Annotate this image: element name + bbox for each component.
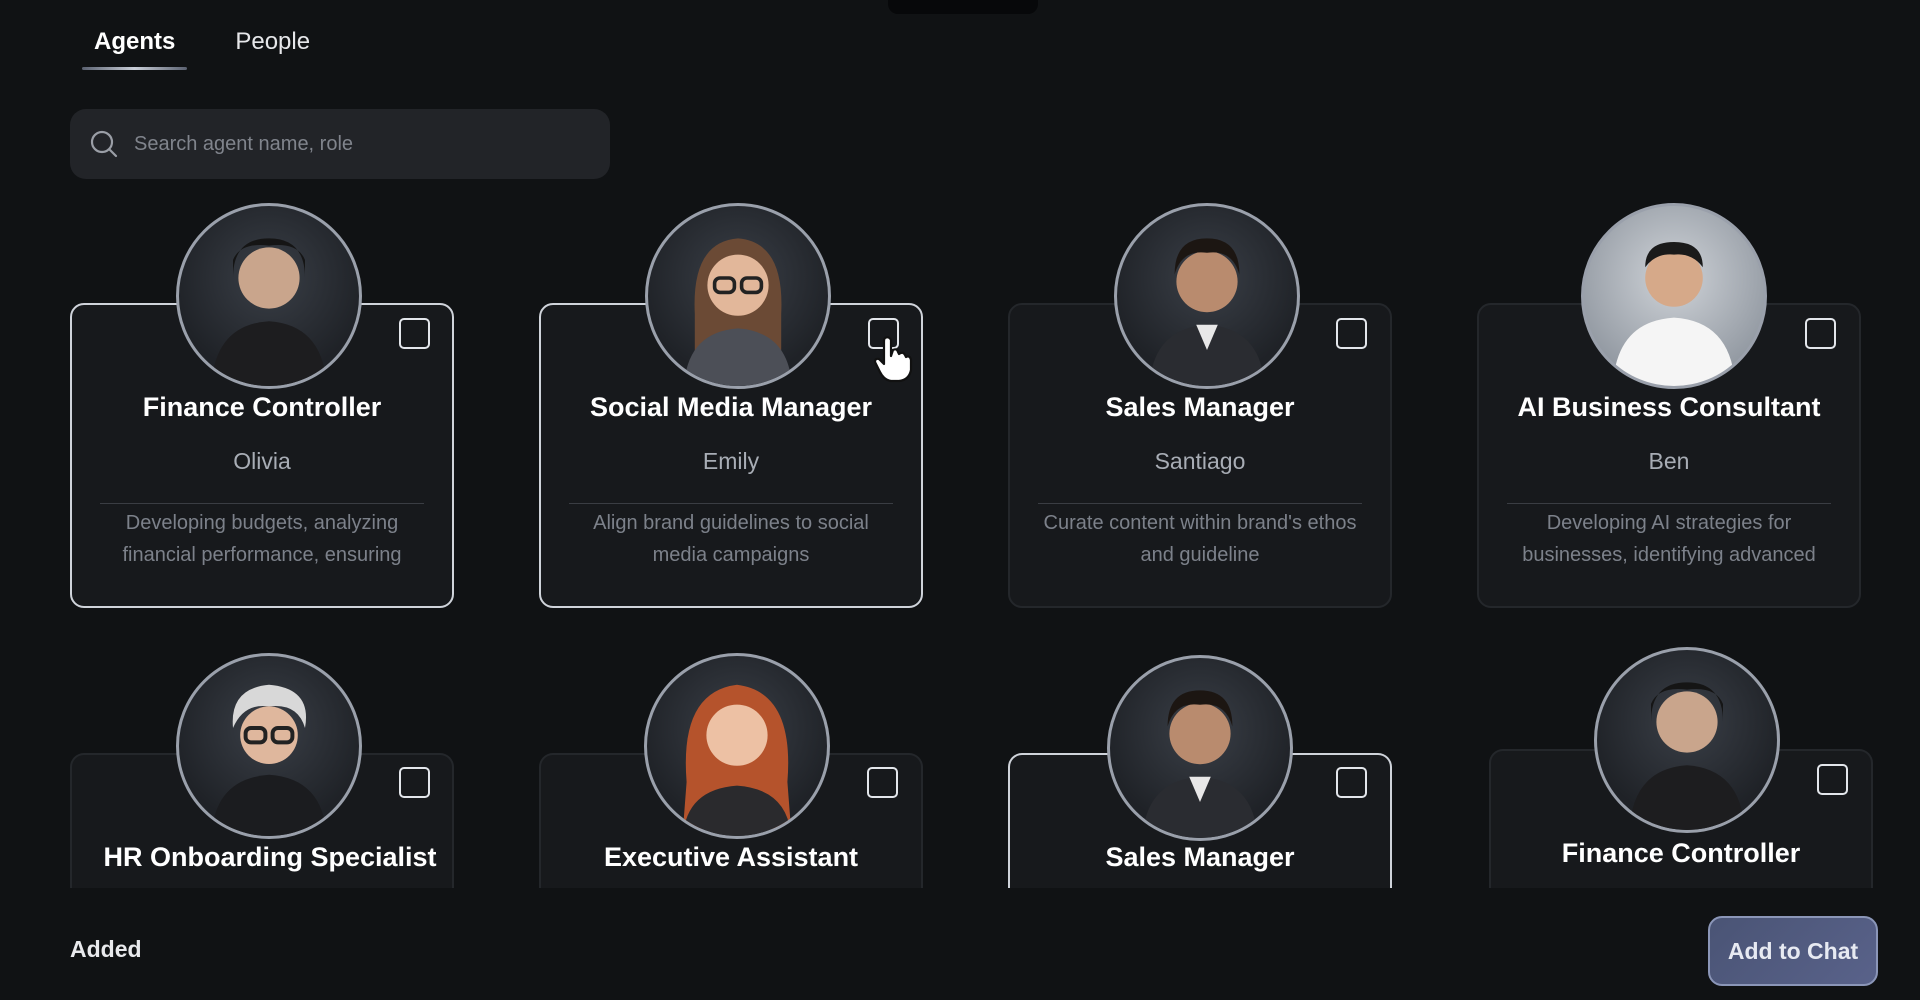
agent-role: Sales Manager	[1105, 392, 1295, 422]
select-checkbox[interactable]	[1805, 318, 1836, 349]
select-checkbox[interactable]	[1336, 318, 1367, 349]
agent-role: Finance Controller	[142, 392, 382, 422]
avatar	[644, 653, 830, 839]
agent-role: Executive Assistant	[603, 842, 859, 872]
tab-people[interactable]: People	[223, 24, 322, 76]
avatar	[1107, 655, 1293, 841]
avatar	[176, 653, 362, 839]
avatar	[1114, 203, 1300, 389]
search-icon	[90, 130, 118, 158]
divider	[569, 503, 893, 504]
select-checkbox[interactable]	[1817, 764, 1848, 795]
select-checkbox[interactable]	[867, 767, 898, 798]
agent-name: Olivia	[233, 448, 291, 474]
agent-role: Social Media Manager	[589, 392, 873, 422]
avatar	[1594, 647, 1780, 833]
divider	[1038, 503, 1362, 504]
agent-description: Align brand guidelines to social media c…	[593, 512, 869, 566]
agent-name: Emily	[702, 448, 760, 474]
top-notch	[888, 0, 1038, 14]
agent-description: Curate content within brand's ethos and …	[1043, 512, 1357, 566]
avatar	[1581, 203, 1767, 389]
agent-name: Santiago	[1154, 448, 1246, 474]
divider	[100, 503, 424, 504]
add-to-chat-button[interactable]: Add to Chat	[1708, 916, 1878, 986]
tab-agents[interactable]: Agents	[82, 24, 188, 76]
agent-role: HR Onboarding Specialist	[103, 842, 437, 872]
agent-name: Ben	[1648, 448, 1690, 474]
agent-role: AI Business Consultant	[1517, 392, 1821, 422]
search-input[interactable]	[134, 132, 574, 156]
avatar	[645, 203, 831, 389]
select-checkbox[interactable]	[399, 767, 430, 798]
divider	[1507, 503, 1831, 504]
agent-role: Sales Manager	[1105, 842, 1295, 872]
added-label: Added	[70, 936, 142, 962]
search-bar[interactable]	[70, 109, 610, 179]
hand-cursor-icon	[873, 336, 913, 383]
select-checkbox[interactable]	[399, 318, 430, 349]
avatar	[176, 203, 362, 389]
select-checkbox[interactable]	[1336, 767, 1367, 798]
agent-role: Finance Controller	[1561, 838, 1801, 868]
tab-bar: Agents People	[82, 24, 322, 76]
agent-description: Developing AI strategies for businesses,…	[1522, 512, 1816, 566]
agent-description: Developing budgets, analyzing financial …	[122, 512, 402, 566]
